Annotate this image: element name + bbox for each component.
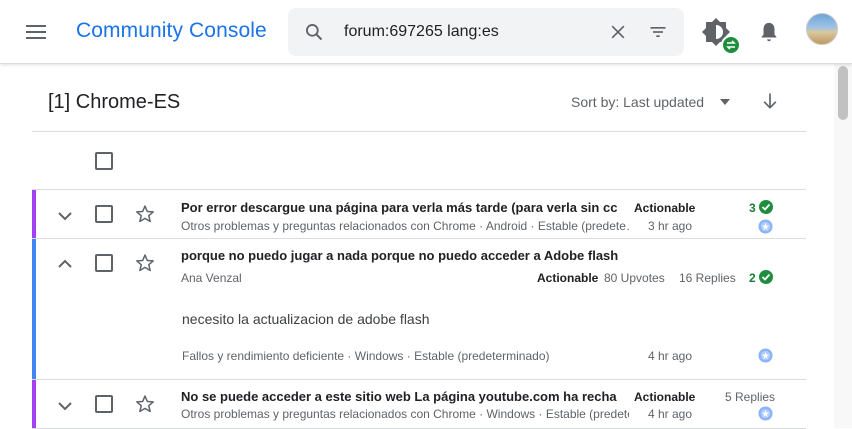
- top-app-bar: Community Console: [0, 0, 852, 64]
- product-expert-badge-icon: [758, 348, 773, 363]
- reply-count: 16 Replies: [679, 271, 736, 285]
- product-expert-badge-icon: [758, 219, 773, 234]
- thread-subtitle: Otros problemas y preguntas relacionados…: [181, 407, 629, 421]
- chevron-down-icon[interactable]: [56, 400, 74, 412]
- thread-row[interactable]: Por error descargue una página para verl…: [32, 189, 806, 239]
- answer-count: 3: [749, 201, 756, 215]
- search-input[interactable]: [344, 20, 584, 44]
- thread-body: necesito la actualizacion de adobe flash: [182, 311, 430, 327]
- thread-checkbox[interactable]: [95, 254, 113, 272]
- thread-timestamp: 4 hr ago: [648, 407, 693, 421]
- chevron-up-icon[interactable]: [56, 258, 74, 270]
- reply-count: 5 Replies: [725, 390, 776, 404]
- menu-icon[interactable]: [20, 20, 52, 44]
- thread-title[interactable]: No se puede acceder a este sitio web La …: [181, 389, 619, 404]
- answer-count: 2: [749, 271, 756, 285]
- thread-row-expanded[interactable]: porque no puedo jugar a nada porque no p…: [32, 238, 806, 380]
- thread-row[interactable]: No se puede acceder a este sitio web La …: [32, 379, 806, 429]
- search-icon[interactable]: [304, 22, 324, 42]
- search-bar: [288, 8, 684, 56]
- filter-icon[interactable]: [648, 22, 668, 42]
- check-circle-icon: [759, 270, 773, 284]
- arrow-down-icon[interactable]: [760, 91, 780, 111]
- notifications-bell-icon[interactable]: [758, 20, 780, 44]
- thread-subtitle: Fallos y rendimiento deficiente · Window…: [182, 349, 550, 363]
- thread-accent-bar: [32, 380, 36, 428]
- thread-subtitle: Otros problemas y preguntas relacionados…: [181, 219, 629, 233]
- star-icon[interactable]: [135, 253, 155, 273]
- scrollbar[interactable]: [834, 64, 852, 428]
- thread-accent-bar: [32, 190, 36, 238]
- select-all-checkbox[interactable]: [95, 152, 113, 170]
- close-icon[interactable]: [608, 22, 628, 42]
- star-icon[interactable]: [135, 394, 155, 414]
- product-expert-badge-icon: [758, 406, 773, 421]
- avatar[interactable]: [806, 13, 838, 45]
- status-label: Actionable: [634, 390, 696, 404]
- thread-title[interactable]: Por error descargue una página para verl…: [181, 200, 623, 215]
- thread-title[interactable]: porque no puedo jugar a nada porque no p…: [181, 248, 631, 263]
- upvote-count: 80 Upvotes: [604, 271, 665, 285]
- check-circle-icon: [759, 200, 773, 214]
- app-title[interactable]: Community Console: [76, 19, 267, 43]
- caret-down-icon[interactable]: [720, 99, 730, 105]
- star-icon[interactable]: [135, 204, 155, 224]
- status-label: Actionable: [537, 271, 599, 285]
- thread-timestamp: 3 hr ago: [648, 219, 693, 233]
- scrollbar-thumb[interactable]: [838, 66, 848, 120]
- thread-timestamp: 4 hr ago: [648, 349, 693, 363]
- status-label: Actionable: [634, 201, 696, 215]
- list-title: [1] Chrome-ES: [48, 91, 181, 113]
- sort-dropdown[interactable]: Sort by: Last updated: [571, 94, 704, 110]
- thread-checkbox[interactable]: [95, 205, 113, 223]
- brightness-sync-icon[interactable]: [702, 16, 742, 56]
- chevron-down-icon[interactable]: [56, 210, 74, 222]
- divider: [32, 131, 806, 132]
- thread-accent-bar: [32, 239, 36, 379]
- thread-author[interactable]: Ana Venzal: [181, 271, 381, 285]
- thread-checkbox[interactable]: [95, 395, 113, 413]
